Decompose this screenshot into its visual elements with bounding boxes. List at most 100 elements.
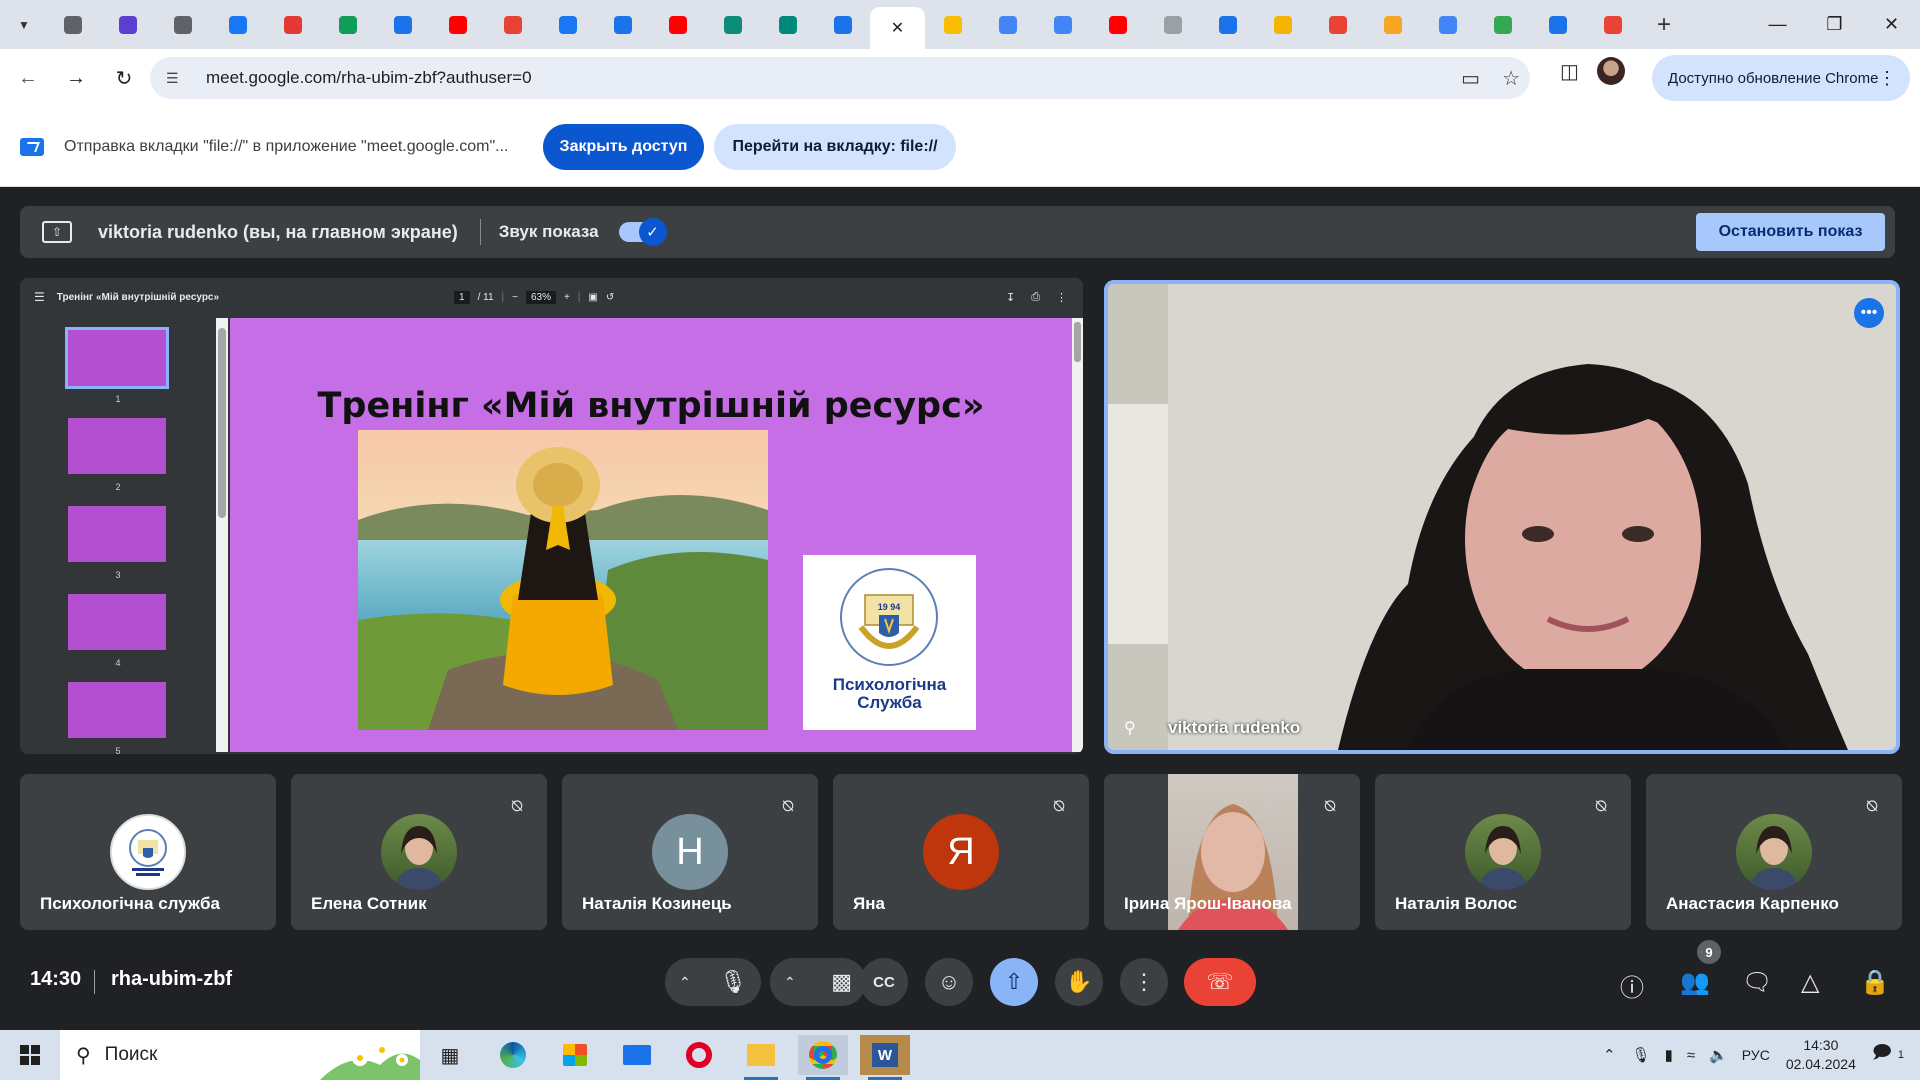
participant-tile[interactable]: Психологічна служба <box>20 774 276 930</box>
page-scrollbar[interactable] <box>1072 318 1083 752</box>
browser-tab[interactable] <box>155 6 210 44</box>
show-hidden-icons-icon[interactable]: ⌃ <box>1603 1046 1616 1064</box>
zoom-out-icon[interactable]: − <box>512 292 518 303</box>
side-panel-icon[interactable]: ◫ <box>1560 59 1579 84</box>
camera-in-use-icon[interactable]: ▭ <box>1461 66 1480 91</box>
more-options-button[interactable]: ⋮ <box>1120 958 1168 1006</box>
pin-icon[interactable]: ⚲ <box>1124 718 1136 738</box>
browser-tab[interactable] <box>595 6 650 44</box>
page-thumbnail[interactable] <box>68 594 166 650</box>
bookmark-star-icon[interactable]: ☆ <box>1502 66 1520 91</box>
browser-tab[interactable] <box>375 6 430 44</box>
participant-tile[interactable]: Н ⦰ Наталія Козинець <box>562 774 818 930</box>
wifi-icon[interactable]: ≈ <box>1687 1047 1695 1064</box>
raise-hand-button[interactable]: ✋ <box>1055 958 1103 1006</box>
people-icon[interactable]: 👥 <box>1680 968 1710 997</box>
browser-tab[interactable]: ✕ <box>870 7 925 49</box>
volume-icon[interactable]: 🔈 <box>1709 1046 1728 1064</box>
close-access-button[interactable]: Закрыть доступ <box>543 124 704 170</box>
browser-tab[interactable] <box>210 6 265 44</box>
zoom-level[interactable]: 63% <box>525 290 556 304</box>
browser-tab[interactable] <box>540 6 595 44</box>
task-view-icon[interactable]: ▦ <box>425 1035 475 1075</box>
chrome-update-button[interactable]: Доступно обновление Chrome ⋮ <box>1652 55 1910 101</box>
browser-tab[interactable] <box>100 6 155 44</box>
page-thumbnail[interactable] <box>65 327 169 389</box>
activities-icon[interactable]: △ <box>1801 968 1819 997</box>
page-thumbnail[interactable] <box>68 682 166 738</box>
chevron-up-icon[interactable]: ⌃ <box>784 974 796 991</box>
rotate-icon[interactable]: ↺ <box>606 292 614 303</box>
mail-icon[interactable] <box>612 1035 662 1075</box>
chat-icon[interactable]: 🗨 <box>1742 968 1772 997</box>
page-thumbnail[interactable] <box>68 506 166 562</box>
browser-tab[interactable] <box>815 6 870 44</box>
word-icon[interactable]: W <box>860 1035 910 1080</box>
browser-tab[interactable] <box>705 6 760 44</box>
reactions-button[interactable]: ☺ <box>925 958 973 1006</box>
tab-search-chevron-icon[interactable]: ▼ <box>9 10 39 40</box>
browser-tab[interactable] <box>1365 6 1420 44</box>
address-bar[interactable]: ☰ meet.google.com/rha-ubim-zbf?authuser=… <box>150 57 1530 99</box>
file-explorer-icon[interactable] <box>736 1035 786 1080</box>
site-settings-icon[interactable]: ☰ <box>166 70 186 87</box>
profile-avatar[interactable] <box>1596 57 1625 85</box>
browser-tab[interactable] <box>1475 6 1530 44</box>
battery-icon[interactable]: ▮ <box>1665 1046 1673 1064</box>
menu-icon[interactable]: ☰ <box>34 290 45 304</box>
participant-tile[interactable]: Я ⦰ Яна <box>833 774 1089 930</box>
store-icon[interactable] <box>550 1035 600 1075</box>
edge-icon[interactable] <box>488 1035 538 1075</box>
browser-tab[interactable] <box>650 6 705 44</box>
more-options-icon[interactable]: ••• <box>1854 298 1884 328</box>
browser-tab[interactable] <box>1310 6 1365 44</box>
language-indicator[interactable]: РУС <box>1742 1047 1770 1063</box>
microphone-button[interactable]: ⌃ 🎙 <box>665 958 761 1006</box>
system-clock[interactable]: 14:30 02.04.2024 <box>1786 1036 1856 1074</box>
browser-tab[interactable] <box>980 6 1035 44</box>
opera-icon[interactable] <box>674 1035 724 1075</box>
browser-tab[interactable] <box>760 6 815 44</box>
minimize-icon[interactable]: — <box>1749 0 1806 49</box>
browser-tab[interactable] <box>1090 6 1145 44</box>
page-number-input[interactable]: 1 <box>454 290 470 304</box>
chevron-up-icon[interactable]: ⌃ <box>679 974 691 991</box>
back-icon[interactable]: ← <box>8 58 48 98</box>
stop-presenting-button[interactable]: Остановить показ <box>1696 213 1885 251</box>
thumbnail-scrollbar[interactable] <box>216 318 228 752</box>
leave-call-button[interactable]: ☏ <box>1184 958 1256 1006</box>
download-icon[interactable]: ↧ <box>1006 291 1015 304</box>
browser-tab[interactable] <box>430 6 485 44</box>
notifications-icon[interactable]: 🗩 <box>1872 1040 1892 1070</box>
browser-tab[interactable] <box>485 6 540 44</box>
scroll-thumb[interactable] <box>1074 322 1081 362</box>
browser-tab[interactable] <box>1035 6 1090 44</box>
camera-button[interactable]: ⌃ ▩ <box>770 958 866 1006</box>
participant-tile[interactable]: ⦰ Ірина Ярош-Іванова <box>1104 774 1360 930</box>
browser-tab[interactable] <box>1200 6 1255 44</box>
new-tab-button[interactable]: + <box>1648 11 1680 39</box>
windows-start-icon[interactable] <box>20 1045 40 1065</box>
participant-tile[interactable]: ⦰ Наталія Волос <box>1375 774 1631 930</box>
taskbar-search[interactable]: ⚲ Поиск <box>60 1030 420 1080</box>
browser-tab[interactable] <box>320 6 375 44</box>
browser-tab[interactable] <box>925 6 980 44</box>
browser-tab[interactable] <box>1530 6 1585 44</box>
meeting-info-icon[interactable]: ⓘ <box>1620 968 1644 1003</box>
browser-tab[interactable] <box>1420 6 1475 44</box>
present-button[interactable]: ⇧ <box>990 958 1038 1006</box>
self-video-tile[interactable]: ••• ⚲ viktoria rudenko <box>1104 280 1900 754</box>
browser-tab[interactable] <box>45 6 100 44</box>
reload-icon[interactable]: ↻ <box>104 58 144 98</box>
participant-tile[interactable]: ⦰ Анастасия Карпенко <box>1646 774 1902 930</box>
chrome-menu-icon[interactable]: ⋮ <box>1878 68 1896 89</box>
fit-page-icon[interactable]: ▣ <box>588 292 597 303</box>
scroll-thumb[interactable] <box>218 328 226 518</box>
browser-tab[interactable] <box>1255 6 1310 44</box>
close-icon[interactable]: ✕ <box>891 18 904 38</box>
print-icon[interactable]: ⎙ <box>1031 291 1040 304</box>
close-window-icon[interactable]: ✕ <box>1863 0 1920 49</box>
participant-tile[interactable]: ⦰ Елена Сотник <box>291 774 547 930</box>
go-to-tab-button[interactable]: Перейти на вкладку: file:// <box>714 124 956 170</box>
host-controls-icon[interactable]: 🔒 <box>1860 968 1890 997</box>
